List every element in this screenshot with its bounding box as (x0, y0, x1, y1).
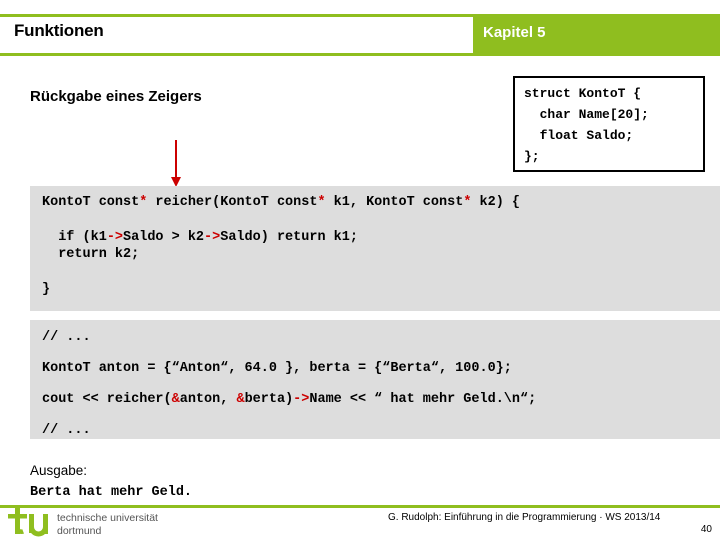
struct-line: char Name[20]; (524, 107, 649, 122)
struct-line: }; (524, 149, 540, 164)
output-label: Ausgabe: (30, 463, 88, 478)
code-line: // ... (42, 423, 91, 438)
code-line: KontoT anton = {“Anton“, 64.0 }, berta =… (42, 361, 512, 376)
code-fragment: anton, (179, 392, 237, 407)
code-fragment: k2) { (471, 195, 521, 210)
code-fragment: Saldo > k2 (123, 230, 205, 245)
struct-line: float Saldo; (524, 128, 634, 143)
footer-page-number: 40 (700, 524, 712, 535)
code-fragment: if (k1 (42, 230, 107, 245)
code-fragment-highlight: -> (293, 392, 310, 407)
code-line: if (k1->Saldo > k2->Saldo) return k1; (42, 229, 720, 246)
code-fragment: k1, KontoT const (325, 195, 464, 210)
code-fragment: berta) (244, 392, 294, 407)
tu-dortmund-logo: technische universität dortmund (8, 508, 158, 537)
down-arrow-icon (171, 140, 181, 187)
code-fragment: cout << reicher( (42, 392, 172, 407)
svg-text:dortmund: dortmund (57, 525, 102, 537)
code-block-function: KontoT const* reicher(KontoT const* k1, … (30, 186, 720, 311)
code-fragment: KontoT const (42, 195, 140, 210)
code-block-usage: // ... KontoT anton = {“Anton“, 64.0 }, … (30, 320, 720, 439)
svg-text:technische universität: technische universität (57, 512, 158, 524)
code-line: // ... (42, 330, 91, 345)
code-fragment: Name << “ hat mehr Geld.\n“; (309, 392, 537, 407)
chapter-label: Kapitel 5 (483, 24, 546, 41)
code-line: } (42, 282, 51, 297)
code-fragment: reicher(KontoT const (147, 195, 318, 210)
page-title: Funktionen (14, 21, 104, 40)
struct-line: struct KontoT { (524, 86, 642, 101)
code-line: cout << reicher(&anton, &berta)->Name <<… (42, 391, 720, 408)
code-fragment-highlight: & (171, 392, 180, 407)
struct-definition-box: struct KontoT { char Name[20]; float Sal… (513, 76, 705, 172)
code-fragment-highlight: -> (204, 230, 221, 245)
code-fragment-highlight: * (317, 195, 326, 210)
code-fragment: Saldo) return k1; (220, 230, 358, 245)
slide-subtitle: Rückgabe eines Zeigers (30, 88, 202, 105)
code-fragment-highlight: & (236, 392, 245, 407)
code-line: return k2; (42, 247, 140, 262)
footer-credit: G. Rudolph: Einführung in die Programmie… (388, 512, 661, 523)
code-fragment-highlight: -> (106, 230, 124, 245)
output-text: Berta hat mehr Geld. (30, 485, 193, 500)
code-line: KontoT const* reicher(KontoT const* k1, … (42, 194, 720, 211)
slide-header: Funktionen Kapitel 5 (0, 14, 720, 56)
